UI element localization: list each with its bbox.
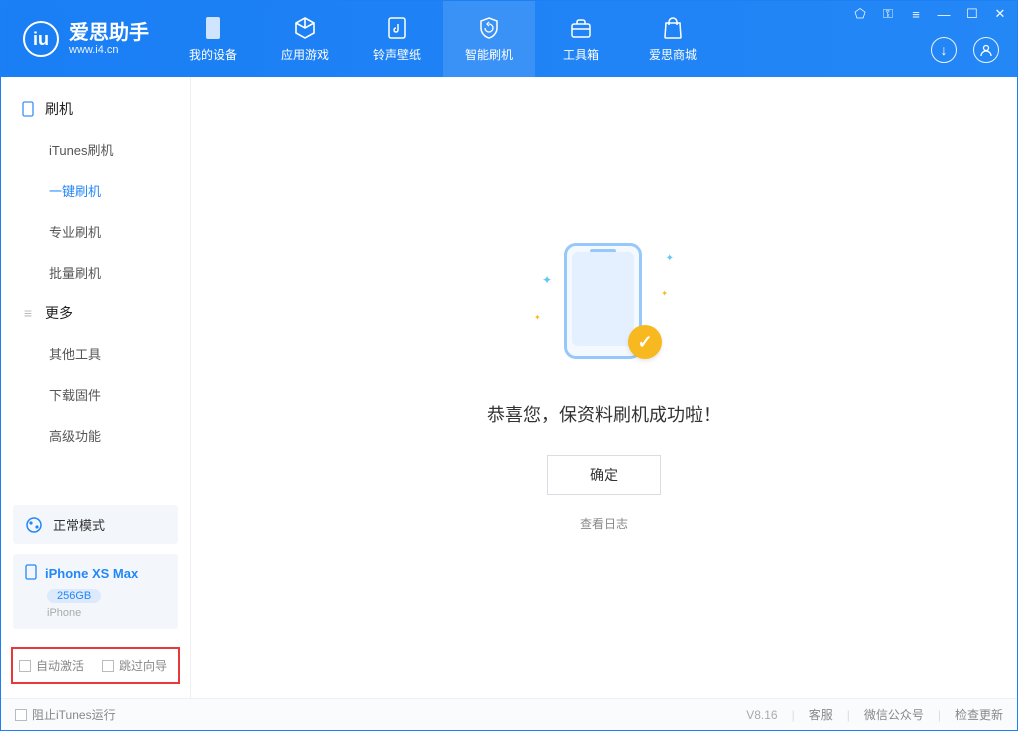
list-icon: ≡ (21, 306, 35, 320)
main-tabs: 我的设备 应用游戏 铃声壁纸 智能刷机 工具箱 爱思商城 (167, 1, 719, 77)
logo-text: 爱思助手 www.i4.cn (69, 22, 149, 56)
checkbox-box (15, 709, 27, 721)
logo-icon: iu (23, 21, 59, 57)
mode-label: 正常模式 (53, 515, 105, 534)
footer-link-wechat[interactable]: 微信公众号 (864, 706, 924, 723)
lock-icon[interactable]: ⚿ (881, 7, 895, 21)
footer-link-update[interactable]: 检查更新 (955, 706, 1003, 723)
highlighted-checkbox-row: 自动激活 跳过向导 (11, 647, 180, 684)
check-badge-icon: ✓ (628, 325, 662, 359)
mode-icon (25, 516, 43, 534)
device-capacity: 256GB (47, 589, 101, 603)
device-icon (200, 15, 226, 41)
sidebar-item-other-tools[interactable]: 其他工具 (1, 333, 190, 374)
spark-icon: ✦ (542, 273, 552, 287)
tab-my-devices[interactable]: 我的设备 (167, 1, 259, 77)
sidebar-group-flash[interactable]: 刷机 (1, 89, 190, 129)
checkbox-auto-activate[interactable]: 自动激活 (19, 657, 84, 674)
spark-icon: ✦ (666, 253, 674, 264)
user-icon[interactable] (973, 37, 999, 63)
tab-ringtones-wallpapers[interactable]: 铃声壁纸 (351, 1, 443, 77)
main-content: ✦ ✦ ✦ ✦ ✓ 恭喜您，保资料刷机成功啦！ 确定 查看日志 (191, 77, 1017, 698)
cube-icon (292, 15, 318, 41)
checkbox-label: 跳过向导 (119, 657, 167, 674)
mode-card[interactable]: 正常模式 (13, 505, 178, 544)
tab-toolbox[interactable]: 工具箱 (535, 1, 627, 77)
tab-label: 应用游戏 (281, 46, 329, 63)
window-controls: ⬠ ⚿ ≡ ― ☐ ✕ (853, 7, 1007, 21)
app-name: 爱思助手 (69, 22, 149, 44)
tab-store[interactable]: 爱思商城 (627, 1, 719, 77)
app-url: www.i4.cn (69, 44, 149, 56)
device-type: iPhone (47, 607, 166, 619)
footer-link-support[interactable]: 客服 (809, 706, 833, 723)
logo[interactable]: iu 爱思助手 www.i4.cn (1, 21, 167, 57)
checkbox-box (19, 660, 31, 672)
maximize-button[interactable]: ☐ (965, 7, 979, 21)
close-button[interactable]: ✕ (993, 7, 1007, 21)
music-file-icon (384, 15, 410, 41)
sidebar-item-itunes-flash[interactable]: iTunes刷机 (1, 129, 190, 170)
sidebar: 刷机 iTunes刷机 一键刷机 专业刷机 批量刷机 ≡ 更多 其他工具 下载固… (1, 77, 191, 698)
sidebar-group-title: 刷机 (45, 99, 73, 119)
checkbox-label: 阻止iTunes运行 (32, 706, 116, 723)
footer: 阻止iTunes运行 V8.16 | 客服 | 微信公众号 | 检查更新 (1, 698, 1017, 730)
device-phone-icon (25, 564, 37, 583)
header-actions: ↓ (931, 37, 999, 63)
checkbox-block-itunes[interactable]: 阻止iTunes运行 (15, 706, 116, 723)
tab-apps-games[interactable]: 应用游戏 (259, 1, 351, 77)
sidebar-item-batch-flash[interactable]: 批量刷机 (1, 252, 190, 293)
spark-icon: ✦ (534, 313, 541, 322)
menu-icon[interactable]: ≡ (909, 7, 923, 21)
tab-smart-flash[interactable]: 智能刷机 (443, 1, 535, 77)
sidebar-item-pro-flash[interactable]: 专业刷机 (1, 211, 190, 252)
phone-small-icon (21, 102, 35, 116)
device-card[interactable]: iPhone XS Max 256GB iPhone (13, 554, 178, 629)
success-title: 恭喜您，保资料刷机成功啦！ (487, 401, 721, 427)
checkbox-box (102, 660, 114, 672)
minimize-button[interactable]: ― (937, 7, 951, 21)
view-log-link[interactable]: 查看日志 (580, 515, 628, 532)
sidebar-item-download-firmware[interactable]: 下载固件 (1, 374, 190, 415)
tab-label: 我的设备 (189, 46, 237, 63)
shirt-icon[interactable]: ⬠ (853, 7, 867, 21)
bag-icon (660, 15, 686, 41)
shield-refresh-icon (476, 15, 502, 41)
device-name: iPhone XS Max (45, 566, 138, 581)
checkbox-skip-guide[interactable]: 跳过向导 (102, 657, 167, 674)
body: 刷机 iTunes刷机 一键刷机 专业刷机 批量刷机 ≡ 更多 其他工具 下载固… (1, 77, 1017, 698)
sidebar-item-oneclick-flash[interactable]: 一键刷机 (1, 170, 190, 211)
spark-icon: ✦ (661, 289, 668, 298)
download-icon[interactable]: ↓ (931, 37, 957, 63)
success-illustration: ✦ ✦ ✦ ✦ ✓ (534, 243, 674, 373)
tab-label: 智能刷机 (465, 46, 513, 63)
tab-label: 工具箱 (563, 46, 599, 63)
sidebar-group-more[interactable]: ≡ 更多 (1, 293, 190, 333)
header: iu 爱思助手 www.i4.cn 我的设备 应用游戏 铃声壁纸 智能刷机 工具… (1, 1, 1017, 77)
ok-button[interactable]: 确定 (547, 455, 661, 495)
sidebar-item-advanced[interactable]: 高级功能 (1, 415, 190, 456)
checkbox-label: 自动激活 (36, 657, 84, 674)
tab-label: 铃声壁纸 (373, 46, 421, 63)
sidebar-group-title: 更多 (45, 303, 73, 323)
version-label: V8.16 (746, 708, 777, 722)
tab-label: 爱思商城 (649, 46, 697, 63)
toolbox-icon (568, 15, 594, 41)
